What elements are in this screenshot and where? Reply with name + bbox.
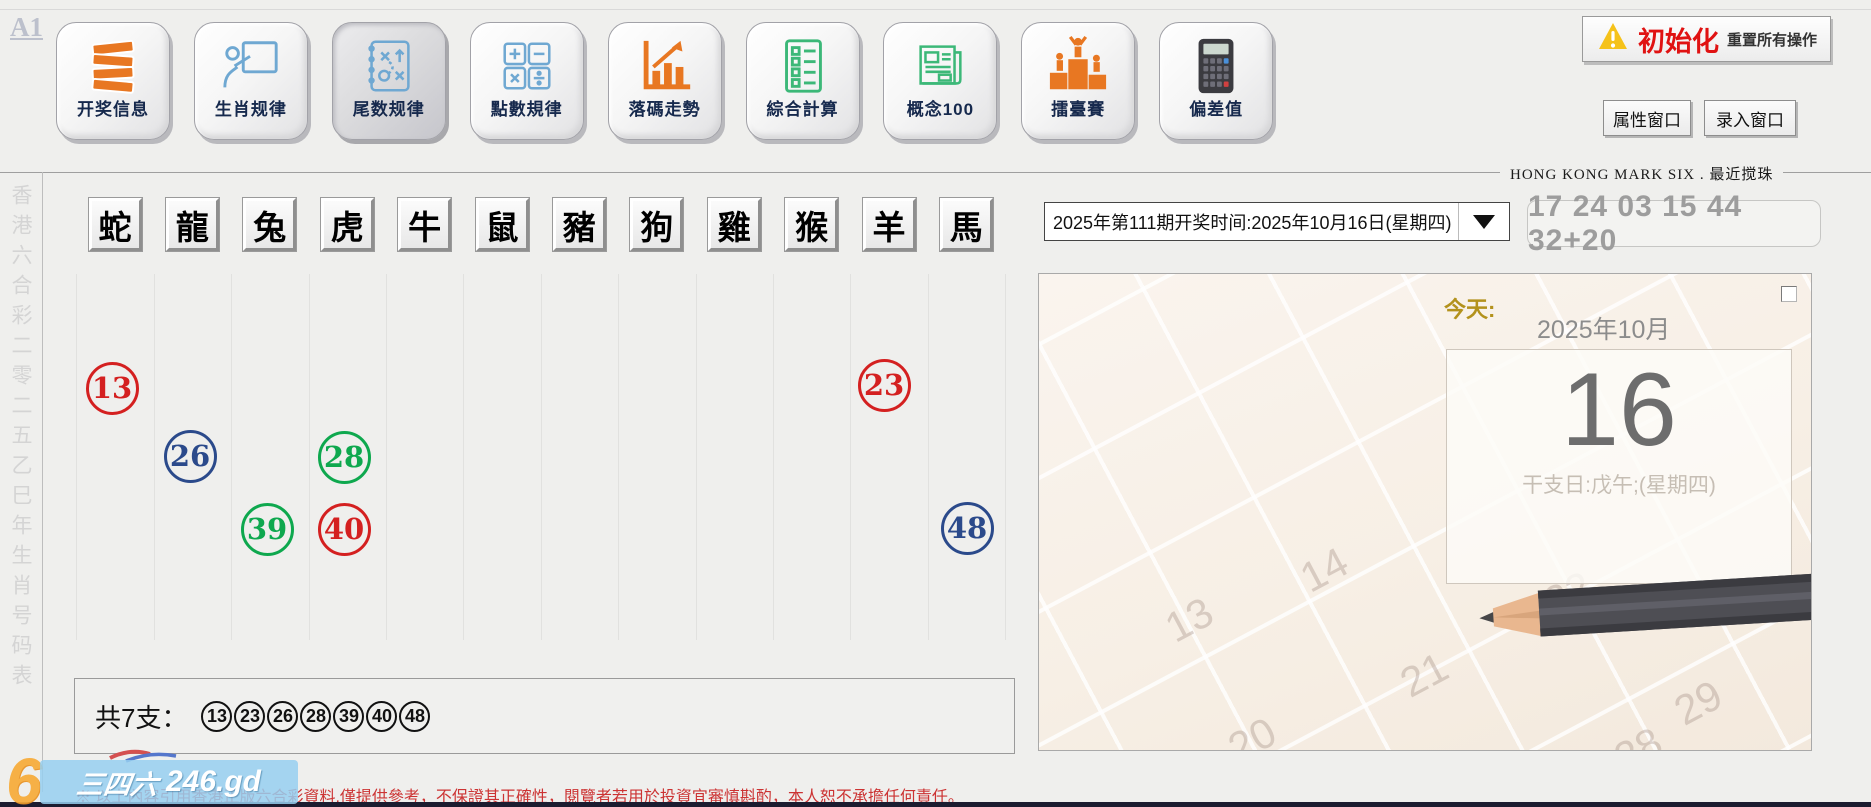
person-board-icon: [220, 35, 282, 93]
toolbar-button-7[interactable]: 概念100: [883, 22, 997, 140]
entry-window-button[interactable]: 录入窗口: [1704, 100, 1796, 136]
number-mark-23: 23: [858, 359, 911, 412]
books-icon: [82, 35, 144, 93]
warning-icon: [1596, 21, 1630, 58]
initialize-button[interactable]: 初始化 重置所有操作: [1582, 16, 1831, 62]
toolbar-button-8[interactable]: 擂臺賽: [1021, 22, 1135, 140]
calendar-today-label: 今天:: [1444, 292, 1495, 324]
summary-number-23: 23: [234, 701, 265, 732]
grid-column-line: [928, 274, 929, 640]
strategy-notebook-icon: [358, 35, 420, 93]
watermark-cn-text: 三四六: [74, 763, 160, 802]
zodiac-button-11[interactable]: 羊: [863, 198, 916, 251]
watermark-logo: 6 三四六 246.gd: [6, 752, 306, 807]
calendar-month: 2025年10月: [1537, 310, 1670, 346]
recent-numbers: 17 24 03 15 44 32+20: [1528, 190, 1820, 258]
watermark-domain: 246.gd: [166, 765, 261, 799]
summary-number-26: 26: [267, 701, 298, 732]
toolbar-button-1[interactable]: 开奖信息: [56, 22, 170, 140]
calendar-day-card: 16 干支日:戊午;(星期四): [1446, 349, 1792, 584]
summary-number-40: 40: [366, 701, 397, 732]
toolbar-button-label: 尾数规律: [333, 95, 445, 120]
newspaper-icon: [909, 35, 971, 93]
recent-draw-label: HONG KONG MARK SIX . 最近搅珠: [1500, 163, 1783, 184]
toolbar-button-label: 偏差值: [1160, 95, 1272, 120]
toolbar-button-label: 擂臺賽: [1022, 95, 1134, 120]
calendar-day-number: 16: [1447, 356, 1791, 465]
left-panel-border: [42, 172, 43, 792]
vertical-title: 香港六合彩二零二五乙巳年生肖号码表: [5, 184, 35, 694]
initialize-sublabel: 重置所有操作: [1727, 29, 1817, 50]
grid-column-line: [231, 274, 232, 640]
summary-box: 共7支： 13232628394048: [74, 678, 1015, 754]
top-divider: [0, 9, 1871, 10]
app-window: A1 开奖信息 生肖规律 尾数规律 點數規律 落碼走勢: [0, 0, 1871, 807]
math-operators-icon: [496, 35, 558, 93]
calendar-checkbox[interactable]: [1781, 286, 1797, 302]
zodiac-button-5[interactable]: 牛: [398, 198, 451, 251]
grid-column-line: [154, 274, 155, 640]
period-dropdown-value: 2025年第111期开奖时间:2025年10月16日(星期四): [1045, 209, 1458, 235]
toolbar-button-label: 概念100: [884, 95, 996, 120]
zodiac-button-3[interactable]: 兔: [243, 198, 296, 251]
watermark-badge: 三四六 246.gd: [40, 760, 298, 804]
number-mark-13: 13: [86, 362, 139, 415]
summary-numbers: 13232628394048: [201, 701, 432, 732]
toolbar-button-label: 生肖规律: [195, 95, 307, 120]
toolbar-button-label: 开奖信息: [57, 95, 169, 120]
grid-column-line: [850, 274, 851, 640]
summary-number-13: 13: [201, 701, 232, 732]
grid-column-line: [309, 274, 310, 640]
checklist-icon: [772, 35, 834, 93]
zodiac-button-12[interactable]: 馬: [940, 198, 993, 251]
number-mark-26: 26: [164, 430, 217, 483]
recent-numbers-box: 17 24 03 15 44 32+20: [1527, 200, 1821, 247]
summary-number-39: 39: [333, 701, 364, 732]
calculator-icon: [1185, 35, 1247, 93]
summary-prefix: 共7支：: [95, 698, 187, 735]
grid-column-line: [696, 274, 697, 640]
property-window-button[interactable]: 属性窗口: [1603, 100, 1691, 136]
summary-number-28: 28: [300, 701, 331, 732]
zodiac-button-7[interactable]: 豬: [553, 198, 606, 251]
toolbar-button-3[interactable]: 尾数规律: [332, 22, 446, 140]
toolbar-button-6[interactable]: 綜合計算: [746, 22, 860, 140]
toolbar-button-5[interactable]: 落碼走勢: [608, 22, 722, 140]
toolbar-button-4[interactable]: 點數規律: [470, 22, 584, 140]
toolbar-button-2[interactable]: 生肖规律: [194, 22, 308, 140]
toolbar-button-9[interactable]: 偏差值: [1159, 22, 1273, 140]
zodiac-button-8[interactable]: 狗: [630, 198, 683, 251]
watermark-six: 6: [6, 744, 42, 807]
corner-label: A1: [10, 12, 43, 43]
number-mark-28: 28: [318, 431, 371, 484]
zodiac-button-9[interactable]: 雞: [708, 198, 761, 251]
grid-column-line: [463, 274, 464, 640]
grid-column-line: [773, 274, 774, 640]
calendar-ganzhi: 干支日:戊午;(星期四): [1447, 469, 1791, 499]
grid-column-line: [76, 274, 77, 640]
grid-column-line: [386, 274, 387, 640]
podium-icon: [1047, 35, 1109, 93]
calendar-panel: 13142021222928 今天: 2025年10月 16 干支日:戊午;(星…: [1038, 273, 1812, 751]
period-dropdown[interactable]: 2025年第111期开奖时间:2025年10月16日(星期四): [1044, 202, 1510, 241]
number-mark-39: 39: [241, 503, 294, 556]
summary-number-48: 48: [399, 701, 430, 732]
zodiac-button-6[interactable]: 鼠: [476, 198, 529, 251]
toolbar-button-label: 點數規律: [471, 95, 583, 120]
number-mark-48: 48: [941, 502, 994, 555]
number-mark-40: 40: [318, 503, 371, 556]
initialize-label: 初始化: [1638, 20, 1719, 59]
grid-column-line: [618, 274, 619, 640]
grid-column-line: [541, 274, 542, 640]
dropdown-arrow-icon[interactable]: [1458, 203, 1509, 240]
toolbar-button-label: 綜合計算: [747, 95, 859, 120]
zodiac-button-1[interactable]: 蛇: [89, 198, 142, 251]
grid-column-line: [1005, 274, 1006, 640]
toolbar-button-label: 落碼走勢: [609, 95, 721, 120]
zodiac-button-2[interactable]: 龍: [166, 198, 219, 251]
zodiac-button-4[interactable]: 虎: [321, 198, 374, 251]
zodiac-button-10[interactable]: 猴: [785, 198, 838, 251]
bar-chart-icon: [634, 35, 696, 93]
